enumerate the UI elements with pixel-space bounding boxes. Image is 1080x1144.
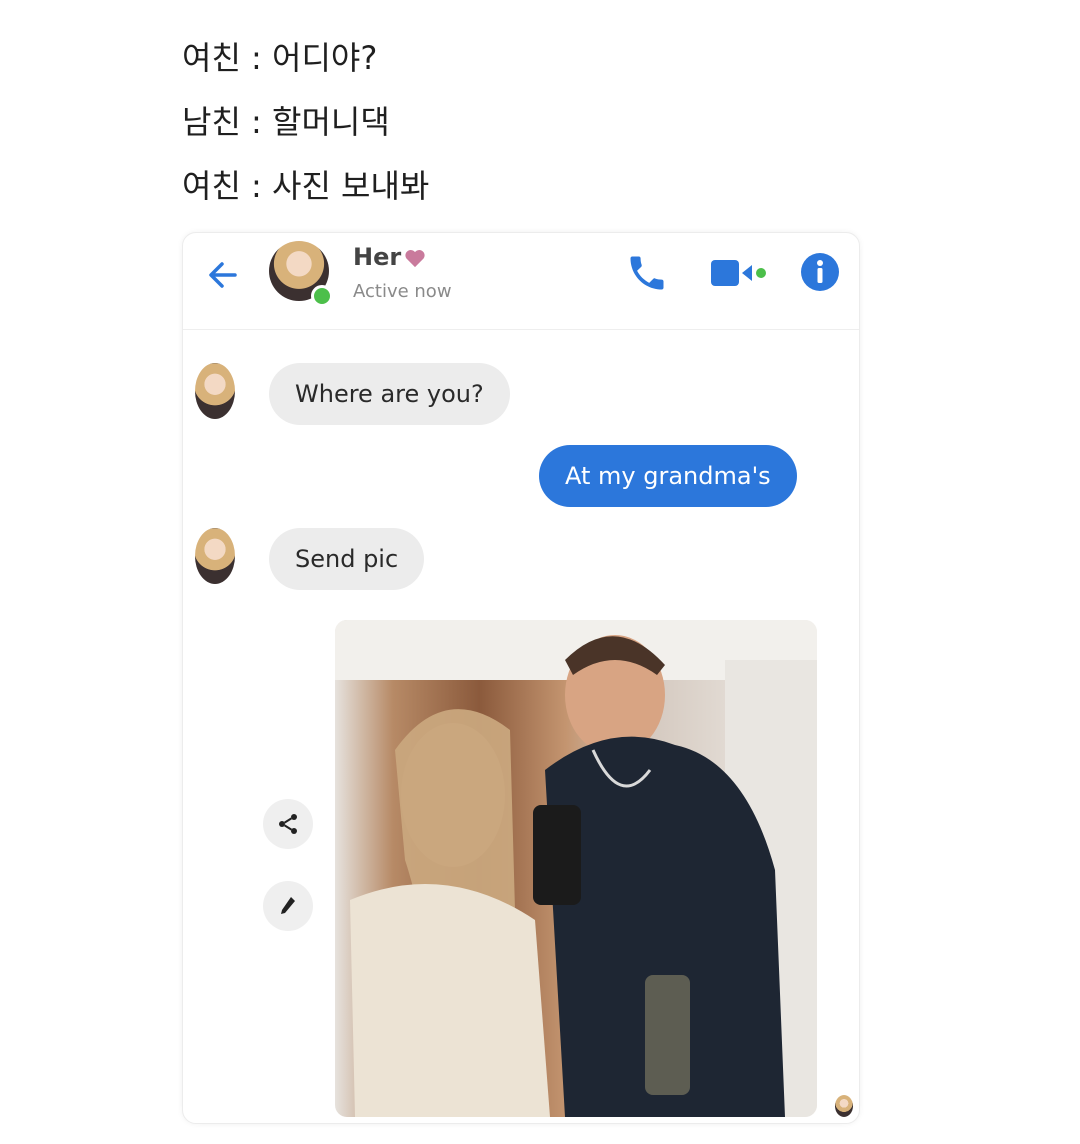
share-button[interactable] — [263, 799, 313, 849]
active-status: Active now — [353, 281, 452, 302]
photo-message[interactable] — [335, 620, 817, 1117]
edit-button[interactable] — [263, 881, 313, 931]
chat-window: Her Active now Where are you? At my gran… — [182, 232, 860, 1124]
phone-call-icon[interactable] — [625, 251, 669, 295]
back-arrow-icon[interactable] — [203, 255, 243, 295]
edit-pencil-icon — [281, 897, 295, 914]
caption-line-2: 남친 : 할머니댁 — [182, 103, 390, 141]
heart-icon — [405, 250, 425, 268]
message-bubble-incoming[interactable]: Where are you? — [269, 363, 510, 425]
online-indicator — [311, 285, 333, 307]
caption-line-1: 여친 : 어디야? — [182, 39, 378, 77]
selfie-photo — [335, 620, 817, 1117]
sender-avatar — [195, 363, 235, 419]
sender-avatar — [195, 528, 235, 584]
seen-indicator-avatar — [835, 1095, 853, 1117]
message-bubble-incoming[interactable]: Send pic — [269, 528, 425, 590]
info-icon[interactable] — [799, 251, 841, 293]
chat-header: Her Active now — [183, 233, 859, 330]
video-call-icon[interactable] — [709, 255, 769, 291]
message-bubble-outgoing[interactable]: At my grandma's — [539, 445, 797, 507]
contact-name[interactable]: Her — [353, 243, 401, 271]
share-icon — [279, 814, 297, 834]
caption-line-3: 여친 : 사진 보내봐 — [182, 167, 430, 205]
